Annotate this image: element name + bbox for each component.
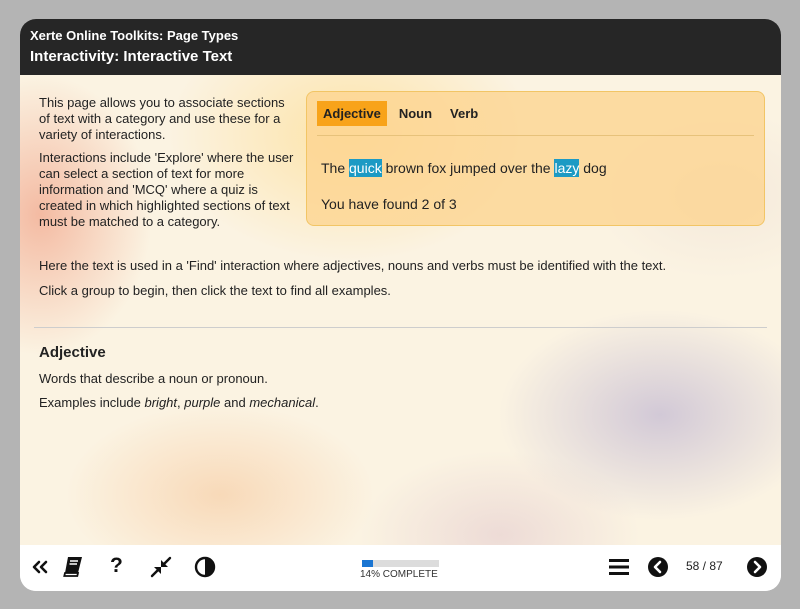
app-title: Xerte Online Toolkits: Page Types — [30, 28, 239, 43]
intro-text: This page allows you to associate sectio… — [39, 95, 297, 237]
interactive-text-panel: Adjective Noun Verb The quick brown fox … — [306, 91, 765, 226]
category-tabs: Adjective Noun Verb — [317, 101, 484, 127]
footer-toolbar: ? 14% COMPLETE 58 / 87 — [20, 545, 781, 591]
find-description: Here the text is used in a 'Find' intera… — [39, 258, 667, 273]
contrast-icon[interactable] — [194, 556, 216, 578]
tab-divider — [317, 135, 754, 136]
glossary-icon[interactable] — [62, 556, 84, 578]
header: Xerte Online Toolkits: Page Types Intera… — [20, 19, 781, 75]
word-lazy-highlighted[interactable]: lazy — [554, 159, 580, 177]
progress-bar — [362, 560, 439, 567]
intro-paragraph-2: Interactions include 'Explore' where the… — [39, 150, 294, 229]
page-counter: 58 / 87 — [686, 559, 723, 573]
menu-icon[interactable] — [608, 557, 630, 577]
page-title: Interactivity: Interactive Text — [30, 48, 233, 65]
interactive-sentence: The quick brown fox jumped over the lazy… — [321, 158, 607, 178]
help-icon[interactable]: ? — [110, 554, 123, 578]
example-mechanical: mechanical — [249, 395, 316, 410]
intro-paragraph-1: This page allows you to associate sectio… — [39, 95, 285, 142]
found-status: You have found 2 of 3 — [321, 196, 457, 212]
progress-label: 14% COMPLETE — [360, 569, 438, 580]
example-bright: bright — [144, 395, 178, 410]
app-window: Xerte Online Toolkits: Page Types Intera… — [20, 19, 781, 591]
examples-end: . — [315, 395, 319, 410]
minimise-icon[interactable] — [150, 556, 172, 578]
instruction-text: Click a group to begin, then click the t… — [39, 283, 391, 298]
previous-icon[interactable] — [647, 556, 669, 578]
example-purple: purple — [184, 395, 221, 410]
tab-adjective[interactable]: Adjective — [317, 101, 387, 126]
section-divider — [34, 327, 767, 328]
examples-prefix: Examples include — [39, 395, 145, 410]
category-heading: Adjective — [39, 344, 106, 361]
word-dog[interactable]: dog — [583, 160, 606, 176]
tab-noun[interactable]: Noun — [393, 101, 438, 126]
tab-verb[interactable]: Verb — [444, 101, 484, 126]
page-content: This page allows you to associate sectio… — [20, 75, 781, 545]
examples-separator-2: and — [220, 395, 250, 410]
next-icon[interactable] — [746, 556, 768, 578]
category-description: Words that describe a noun or pronoun. — [39, 371, 268, 386]
progress-bar-fill — [362, 560, 373, 567]
words-brown-fox-jumped-over-the[interactable]: brown fox jumped over the — [386, 160, 551, 176]
collapse-icon[interactable] — [32, 560, 48, 574]
category-examples: Examples include bright, purple and mech… — [39, 395, 319, 410]
word-quick-highlighted[interactable]: quick — [349, 159, 382, 177]
word-the[interactable]: The — [321, 160, 345, 176]
